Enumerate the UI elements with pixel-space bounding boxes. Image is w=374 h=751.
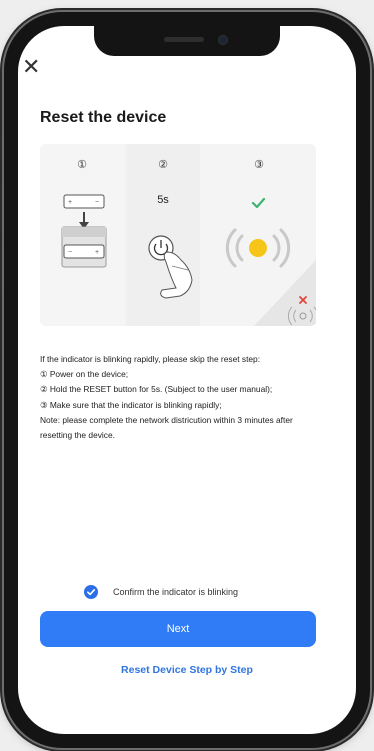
- close-icon[interactable]: ✕: [22, 56, 40, 78]
- svg-text:−: −: [68, 249, 72, 256]
- phone-side-button: [0, 180, 2, 232]
- phone-side-button: [0, 132, 2, 160]
- instruction-step-3: ③ Make sure that the indicator is blinki…: [40, 399, 222, 410]
- svg-text:+: +: [95, 249, 99, 256]
- indicator-blinking-icon: [225, 197, 291, 268]
- page-title: Reset the device: [40, 109, 167, 126]
- reset-instructions: If the indicator is blinking rapidly, pl…: [40, 352, 326, 443]
- svg-text:+: +: [68, 199, 72, 206]
- instruction-note: Note: please complete the network distri…: [40, 414, 293, 441]
- phone-side-button: [0, 242, 2, 294]
- front-camera: [218, 35, 228, 45]
- instruction-step-1: ① Power on the device;: [40, 369, 129, 380]
- reset-illustration: ① ② 5s ③ + − − +: [40, 144, 316, 326]
- confirm-label: Confirm the indicator is blinking: [113, 587, 239, 597]
- instruction-step-2: ② Hold the RESET button for 5s. (Subject…: [40, 384, 273, 395]
- phone-notch: [94, 26, 280, 56]
- speaker-grille: [164, 37, 204, 42]
- svg-text:−: −: [95, 199, 99, 206]
- next-button[interactable]: Next: [40, 611, 316, 647]
- instruction-intro: If the indicator is blinking rapidly, pl…: [40, 354, 261, 364]
- corner-fold: [254, 260, 316, 326]
- power-button-press-icon: [148, 235, 193, 299]
- confirm-blinking-row[interactable]: Confirm the indicator is blinking: [84, 585, 238, 599]
- device-insert-icon: + − − +: [61, 194, 107, 268]
- checkmark-icon: [87, 589, 96, 596]
- confirm-checkbox[interactable]: [84, 585, 98, 599]
- reset-step-by-step-link[interactable]: Reset Device Step by Step: [0, 664, 374, 676]
